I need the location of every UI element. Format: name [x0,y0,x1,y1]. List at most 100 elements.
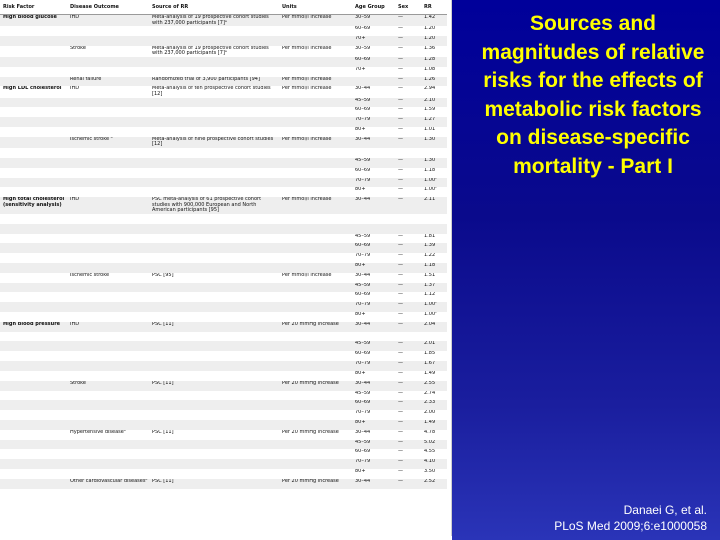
cell-units [279,332,352,342]
cell-rr: 1.81 [424,233,436,239]
cell-source-of-rr [149,302,279,313]
table-row: 45–59—2.01 [0,341,447,352]
cell-disease-outcome: IHD [70,86,80,92]
cell-source-of-rr [149,117,279,128]
cell-age-group: 60–69 [352,243,395,254]
header-age-group: Age Group [352,0,395,15]
cell-rr [421,148,447,158]
cell-age-group: 80+ [355,370,366,376]
cell-sex: — [395,177,421,188]
cell-age-group: 30–59 [355,45,371,51]
cell-units [279,419,352,430]
cell-disease-outcome [67,351,149,361]
cell-rr: 1.59 [424,107,436,113]
cell-sex: — [395,380,421,391]
cell-age-group: 30–44 [352,380,395,391]
table-frame: Risk Factor Disease Outcome Source of RR… [0,0,452,536]
cell-disease-outcome: Ischemic stroke ᵇ [67,136,149,149]
cell-age-group: 80+ [352,262,395,273]
cell-units [279,157,352,168]
cell-disease-outcome [67,148,149,158]
cell-rr: 1.39 [421,243,447,254]
cell-disease-outcome [67,400,149,411]
cell-sex: — [398,107,403,113]
table-row: 80+ — 1.00ᶜ [0,187,447,197]
cell-sex: — [395,478,421,489]
cell-units [279,312,352,322]
table-row: 45–59—5.02 [0,439,447,450]
cell-disease-outcome [67,410,149,420]
cell-risk-factor [0,26,67,36]
cell-units [279,391,352,401]
cell-sex: — [395,14,421,27]
cell-rr: 1.30 [421,136,447,149]
cell-risk-factor: High LDL cholesterol [3,86,62,92]
cell-risk-factor [0,273,67,283]
cell-disease-outcome [67,127,149,137]
cell-source-of-rr: PSC [11] [149,321,279,332]
cell-rr: 2.94 [424,86,436,92]
cell-disease-outcome [67,97,149,108]
cell-risk-factor [0,67,67,77]
table-header-row: Risk Factor Disease Outcome Source of RR… [0,0,447,15]
cell-source-of-rr [149,127,279,137]
cell-age-group: 60–69 [355,107,371,113]
cell-age-group: 70–79 [352,302,395,313]
cell-risk-factor [0,439,67,450]
cell-source-of-rr [149,168,279,178]
cell-disease-outcome [67,157,149,168]
cell-risk-factor [0,449,67,459]
cell-rr: 1.85 [424,351,436,357]
cell-risk-factor [0,127,67,137]
cell-rr: 1.20 [424,26,436,32]
cell-units [279,371,352,381]
cell-rr: 1.18 [424,167,436,173]
cell-source-of-rr [149,26,279,36]
cell-source-of-rr [149,361,279,371]
cell-disease-outcome: IHD [67,197,149,214]
cell-risk-factor [0,351,67,361]
cell-risk-factor [0,478,67,489]
cell-rr: 5.02 [421,439,447,450]
cell-units [279,36,352,46]
table-row: Ischemic stroke ᵇ Meta-analysis of nine p… [0,136,447,149]
table-row: 45–59 — 1.81 [0,234,447,244]
cell-risk-factor [0,36,67,46]
cell-rr: 2.55 [421,380,447,391]
table-row: 70–79—1.00ᶜ [0,302,447,313]
cell-risk-factor [0,400,67,411]
header-sex: Sex [395,0,421,15]
cell-risk-factor [0,214,67,224]
cell-units [279,214,352,224]
table-row: Ischemic stroke PSC [95] Per mmol/l increa… [0,273,447,283]
cell-units [279,97,352,108]
cell-disease-outcome [67,361,149,371]
cell-risk-factor [0,157,67,168]
cell-age-group: 80+ [355,312,366,318]
cell-disease-outcome [67,223,149,234]
cell-sex: — [398,86,403,92]
cell-age-group: 45–59 [352,282,395,293]
table-row: 80+ — 3.50 [0,469,447,479]
cell-units [279,148,352,158]
cell-units: Per mmol/l increase [282,45,332,51]
cell-risk-factor [0,302,67,313]
cell-sex: — [398,233,403,239]
table-row: 70–79—4.10 [0,459,447,470]
cell-source-of-rr: PSC [95] [152,272,174,278]
cell-units: Per mmol/l increase [279,136,352,149]
cell-sex: — [398,127,403,133]
cell-source-of-rr [149,177,279,188]
cell-units [279,57,352,67]
cell-source-of-rr [149,449,279,459]
cell-source-of-rr [149,243,279,254]
cell-units [279,400,352,411]
cell-disease-outcome [67,253,149,263]
cell-sex: — [395,321,421,332]
cell-age-group: 45–59 [355,390,371,396]
cell-rr: 2.00 [424,410,436,416]
table-row: 70+ — 1.08 [0,67,447,77]
cell-age-group [352,214,395,224]
table-row [0,223,447,234]
cell-risk-factor [0,262,67,273]
